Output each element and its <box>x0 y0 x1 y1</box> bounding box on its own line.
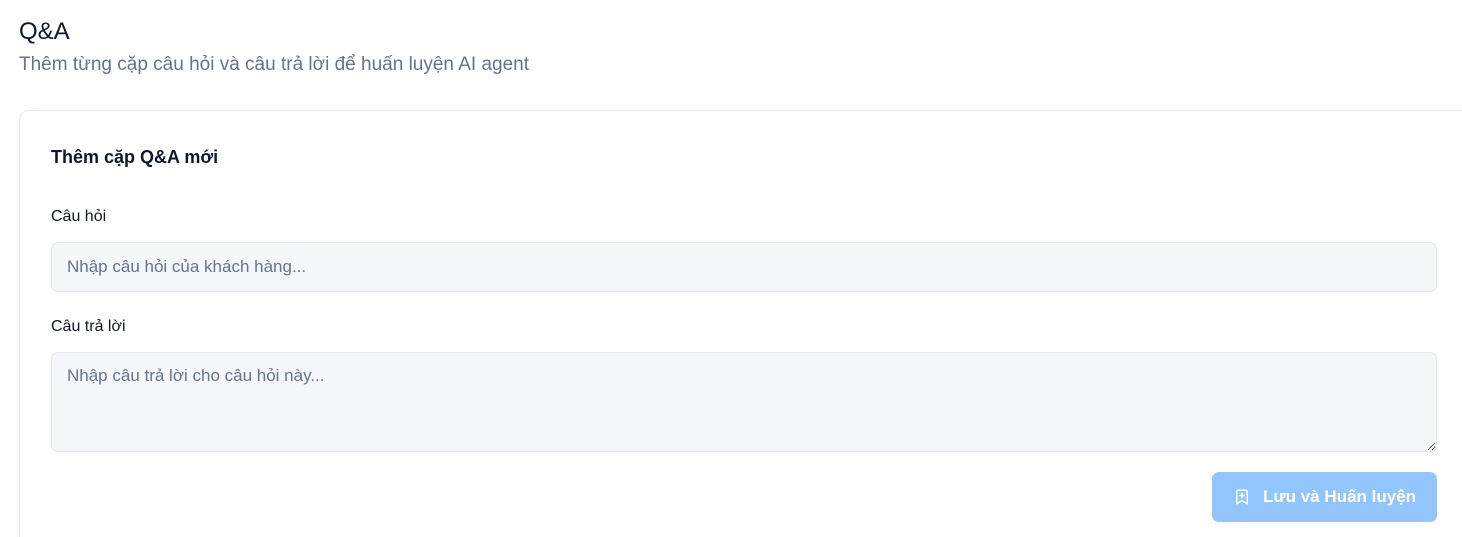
save-and-train-button[interactable]: Lưu và Huấn luyện <box>1212 472 1437 522</box>
save-and-train-label: Lưu và Huấn luyện <box>1262 487 1417 506</box>
page-title: Q&A <box>19 18 70 45</box>
answer-label: Câu trả lời <box>51 318 126 335</box>
add-qa-card: Thêm cặp Q&A mới Câu hỏi Câu trả lời Lưu… <box>19 110 1462 537</box>
bookmark-plus-icon <box>1233 488 1251 506</box>
card-title: Thêm cặp Q&A mới <box>51 147 219 167</box>
answer-textarea[interactable] <box>51 352 1437 452</box>
qa-page: Q&A Thêm từng cặp câu hỏi và câu trả lời… <box>0 0 1462 537</box>
question-input[interactable] <box>51 242 1437 292</box>
page-subtitle: Thêm từng cặp câu hỏi và câu trả lời để … <box>19 54 529 75</box>
question-label: Câu hỏi <box>51 208 107 225</box>
